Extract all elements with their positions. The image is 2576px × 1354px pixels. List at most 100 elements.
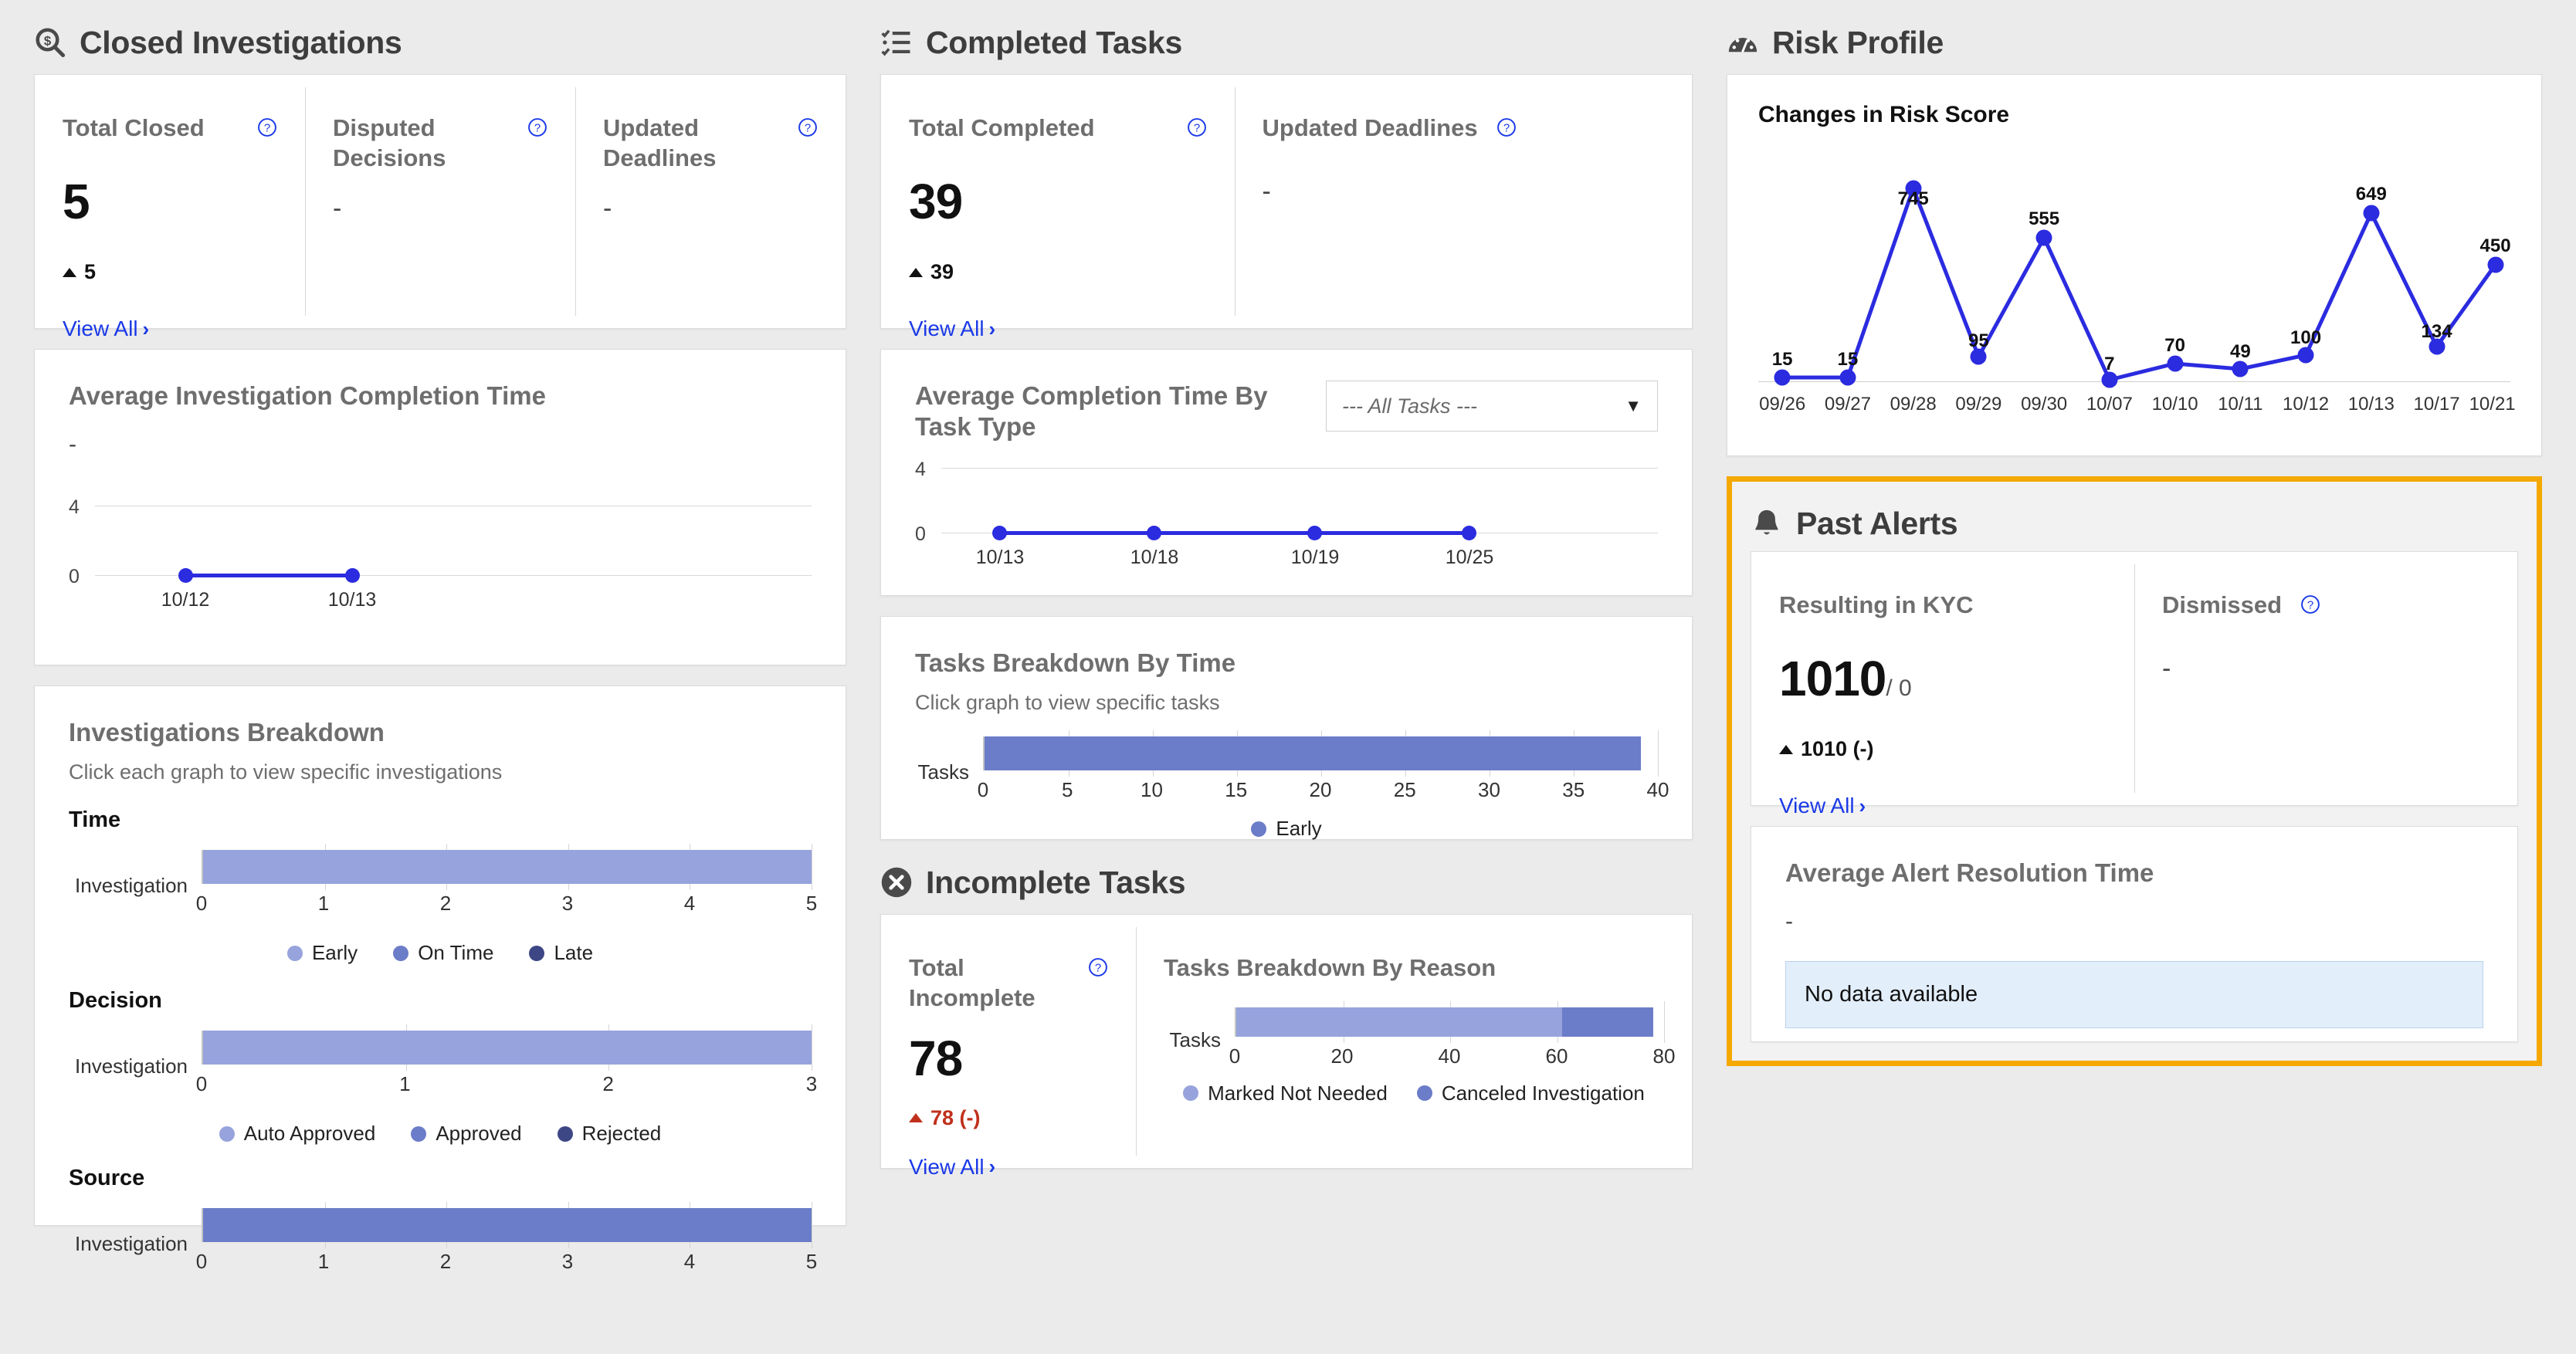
legend-item[interactable]: On Time: [393, 941, 493, 965]
help-icon[interactable]: ?: [1088, 957, 1108, 977]
series-segment: [998, 530, 1468, 535]
avg-alert-resolution-card: Average Alert Resolution Time - No data …: [1751, 826, 2518, 1042]
y-tick-0: 0: [69, 566, 80, 588]
bell-icon: [1755, 509, 1778, 535]
task-type-select[interactable]: --- All Tasks --- ▼: [1326, 381, 1658, 432]
legend-item[interactable]: Canceled Investigation: [1416, 1082, 1645, 1105]
bar-track[interactable]: [202, 844, 812, 891]
avg-investigation-completion-title: Average Investigation Completion Time: [69, 381, 546, 410]
help-icon[interactable]: ?: [527, 117, 547, 137]
x-tick: 20: [1330, 1044, 1354, 1068]
bar-axis: 0 20 40 60 80: [1229, 1040, 1676, 1074]
x-tick: 10/13: [975, 546, 1025, 568]
legend-item[interactable]: Late: [529, 941, 593, 965]
bar-track[interactable]: [202, 1024, 812, 1071]
kpi-total-completed-label: Total Completed: [909, 114, 1095, 141]
x-tick: 10: [1141, 778, 1163, 802]
data-label: 100: [2290, 327, 2322, 348]
x-tick: 20: [1309, 778, 1332, 802]
x-tick: 0: [195, 1072, 208, 1096]
bar-category-label: Tasks: [1169, 1028, 1221, 1052]
x-tick: 0: [195, 1250, 208, 1274]
legend-label: Rejected: [581, 1122, 662, 1146]
legend-item[interactable]: Early: [286, 941, 358, 965]
data-point[interactable]: [345, 568, 360, 584]
bar-segment-early[interactable]: [985, 736, 1642, 771]
x-tick: 0: [1229, 1044, 1241, 1068]
svg-text:?: ?: [1503, 122, 1509, 135]
x-tick: 30: [1478, 778, 1500, 802]
data-point[interactable]: [178, 568, 193, 584]
data-label: 95: [1968, 330, 1989, 351]
data-point[interactable]: [992, 525, 1007, 540]
x-tick: 1: [317, 892, 330, 916]
view-all-incomplete-link[interactable]: View All ›: [909, 1155, 995, 1180]
breakdown-group-time: Time Investigation 0 1 2 3 4 5 Early On …: [69, 807, 817, 965]
legend-item[interactable]: Auto Approved: [219, 1122, 375, 1146]
x-tick: 80: [1652, 1044, 1676, 1068]
kpi-completed-updated-deadlines-value: -: [1262, 177, 1271, 206]
avg-completion-by-type-plot[interactable]: 4 0 10/13 10/18 10/19 10/25: [915, 459, 1658, 571]
help-icon[interactable]: ?: [798, 117, 818, 137]
view-all-label: View All: [1779, 794, 1855, 817]
tasks-breakdown-time-subtitle: Click graph to view specific tasks: [915, 691, 1220, 715]
x-tick: 60: [1545, 1044, 1568, 1068]
svg-text:?: ?: [264, 122, 270, 135]
bar-axis: 0 1 2 3: [196, 1068, 817, 1102]
delta-up-icon: [909, 1113, 923, 1122]
bar-track[interactable]: [983, 730, 1659, 777]
data-point[interactable]: [1147, 525, 1161, 540]
x-tick: 1: [317, 1250, 330, 1274]
bar-segment-marked-not-needed[interactable]: [1236, 1007, 1563, 1037]
changes-in-risk-score-plot[interactable]: 15 15 745 95 555 7 70 49 100 649 134 450…: [1758, 150, 2516, 420]
x-tick: 5: [805, 1250, 818, 1274]
data-point[interactable]: [1307, 525, 1322, 540]
x-tick: 2: [602, 1072, 614, 1096]
legend-swatch-early: [1251, 821, 1267, 837]
legend-item[interactable]: Early: [1251, 817, 1322, 841]
bar-segment-auto-approved[interactable]: [203, 1031, 812, 1065]
avg-alert-resolution-title: Average Alert Resolution Time: [1785, 858, 2154, 887]
x-tick: 25: [1393, 778, 1416, 802]
bar-track[interactable]: [1235, 1000, 1665, 1043]
completed-tasks-title: Completed Tasks: [926, 24, 1182, 60]
bar-segment-canceled-investigation[interactable]: [1562, 1007, 1654, 1037]
delta-up-icon: [63, 267, 76, 277]
x-tick: 3: [805, 1072, 818, 1096]
avg-investigation-completion-plot[interactable]: 4 0 10/12 10/13: [69, 475, 812, 614]
risk-profile-column: Risk Profile Changes in Risk Score 15 15…: [1693, 0, 2542, 1354]
legend-label: Marked Not Needed: [1208, 1081, 1388, 1105]
tasks-breakdown-reason-title: Tasks Breakdown By Reason: [1164, 954, 1496, 981]
help-icon[interactable]: ?: [1496, 117, 1517, 137]
legend-item[interactable]: Marked Not Needed: [1183, 1082, 1388, 1105]
x-tick: 2: [439, 1250, 452, 1274]
risk-profile-header: Risk Profile: [1727, 0, 2542, 74]
view-all-alerts-link[interactable]: View All ›: [1779, 794, 1866, 818]
kpi-total-closed-delta: 5: [63, 260, 277, 284]
investigations-breakdown-title: Investigations Breakdown: [69, 718, 385, 746]
bar-segment-early[interactable]: [203, 850, 812, 885]
x-tick: 09/29: [1955, 393, 2002, 415]
svg-text:?: ?: [2307, 599, 2313, 612]
x-tick: 0: [195, 892, 208, 916]
bar-category-label: Investigation: [75, 873, 188, 897]
kpi-disputed-decisions-value: -: [333, 193, 342, 223]
legend-item[interactable]: Approved: [411, 1122, 522, 1146]
legend-item[interactable]: Rejected: [557, 1122, 662, 1146]
delta-value: 78 (-): [930, 1105, 981, 1129]
bar-segment-source[interactable]: [203, 1208, 812, 1243]
data-point[interactable]: [1462, 525, 1476, 540]
view-all-closed-link[interactable]: View All ›: [63, 316, 149, 341]
incomplete-tasks-header: Incomplete Tasks: [880, 840, 1693, 914]
x-tick: 2: [439, 892, 452, 916]
view-all-completed-link[interactable]: View All ›: [909, 316, 995, 341]
help-icon[interactable]: ?: [1187, 117, 1207, 137]
help-icon[interactable]: ?: [257, 117, 277, 137]
bar-track[interactable]: [202, 1202, 812, 1249]
kyc-denominator: / 0: [1886, 675, 1912, 701]
x-tick: 10/12: [2283, 393, 2330, 415]
kpi-total-incomplete-delta: 78 (-): [909, 1106, 1108, 1130]
svg-text:?: ?: [1095, 962, 1101, 975]
data-label: 134: [2421, 320, 2452, 342]
help-icon[interactable]: ?: [2300, 594, 2320, 614]
